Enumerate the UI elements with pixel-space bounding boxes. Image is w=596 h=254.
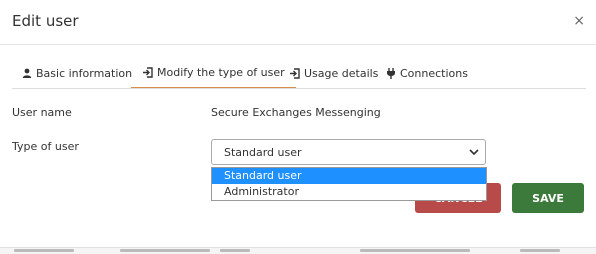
username-label: User name xyxy=(12,106,72,119)
dialog-header: Edit user × xyxy=(0,0,596,45)
user-icon xyxy=(22,68,32,78)
user-type-selected-value: Standard user xyxy=(224,146,302,159)
tab-label: Basic information xyxy=(36,66,133,80)
user-type-options: Standard user Administrator xyxy=(211,167,487,201)
dialog-title: Edit user xyxy=(12,12,79,30)
tab-usage-details[interactable]: Usage details xyxy=(289,58,378,88)
user-type-label: Type of user xyxy=(12,140,79,153)
tab-modify-user-type[interactable]: Modify the type of user xyxy=(131,58,296,88)
sign-in-icon xyxy=(143,67,153,78)
option-administrator[interactable]: Administrator xyxy=(212,184,486,200)
option-standard-user[interactable]: Standard user xyxy=(212,168,486,184)
tab-label: Modify the type of user xyxy=(157,66,285,79)
username-value: Secure Exchanges Messenging xyxy=(211,106,381,119)
tab-label: Usage details xyxy=(304,66,379,80)
plug-icon xyxy=(387,67,395,79)
sign-in-icon xyxy=(290,67,300,79)
close-icon[interactable]: × xyxy=(573,13,585,29)
user-type-select[interactable]: Standard user xyxy=(211,139,486,165)
tab-basic-information[interactable]: Basic information xyxy=(22,58,132,88)
save-button[interactable]: SAVE xyxy=(512,183,584,213)
tab-bar: Basic information Modify the type of use… xyxy=(12,58,586,89)
edit-user-dialog: Edit user × Basic information Modify the… xyxy=(0,0,596,254)
tab-connections[interactable]: Connections xyxy=(386,58,468,88)
tab-label: Connections xyxy=(400,66,468,80)
